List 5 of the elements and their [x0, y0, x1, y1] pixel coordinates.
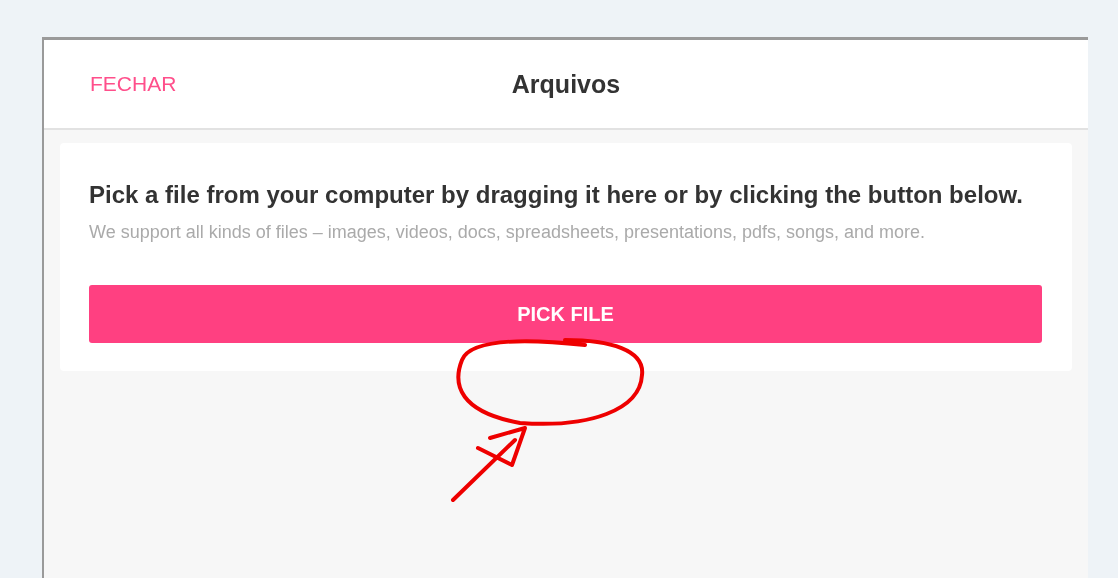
close-link[interactable]: FECHAR — [90, 72, 177, 96]
dialog-title: Arquivos — [511, 69, 621, 99]
upload-heading: Pick a file from your computer by dragging it here or by clicking the button below. — [89, 180, 1024, 210]
pick-file-button[interactable]: PICK FILE — [89, 285, 1042, 343]
upload-description: We support all kinds of files – images, videos, docs, spreadsheets, presentations, pdfs, songs, and more. — [89, 221, 927, 244]
